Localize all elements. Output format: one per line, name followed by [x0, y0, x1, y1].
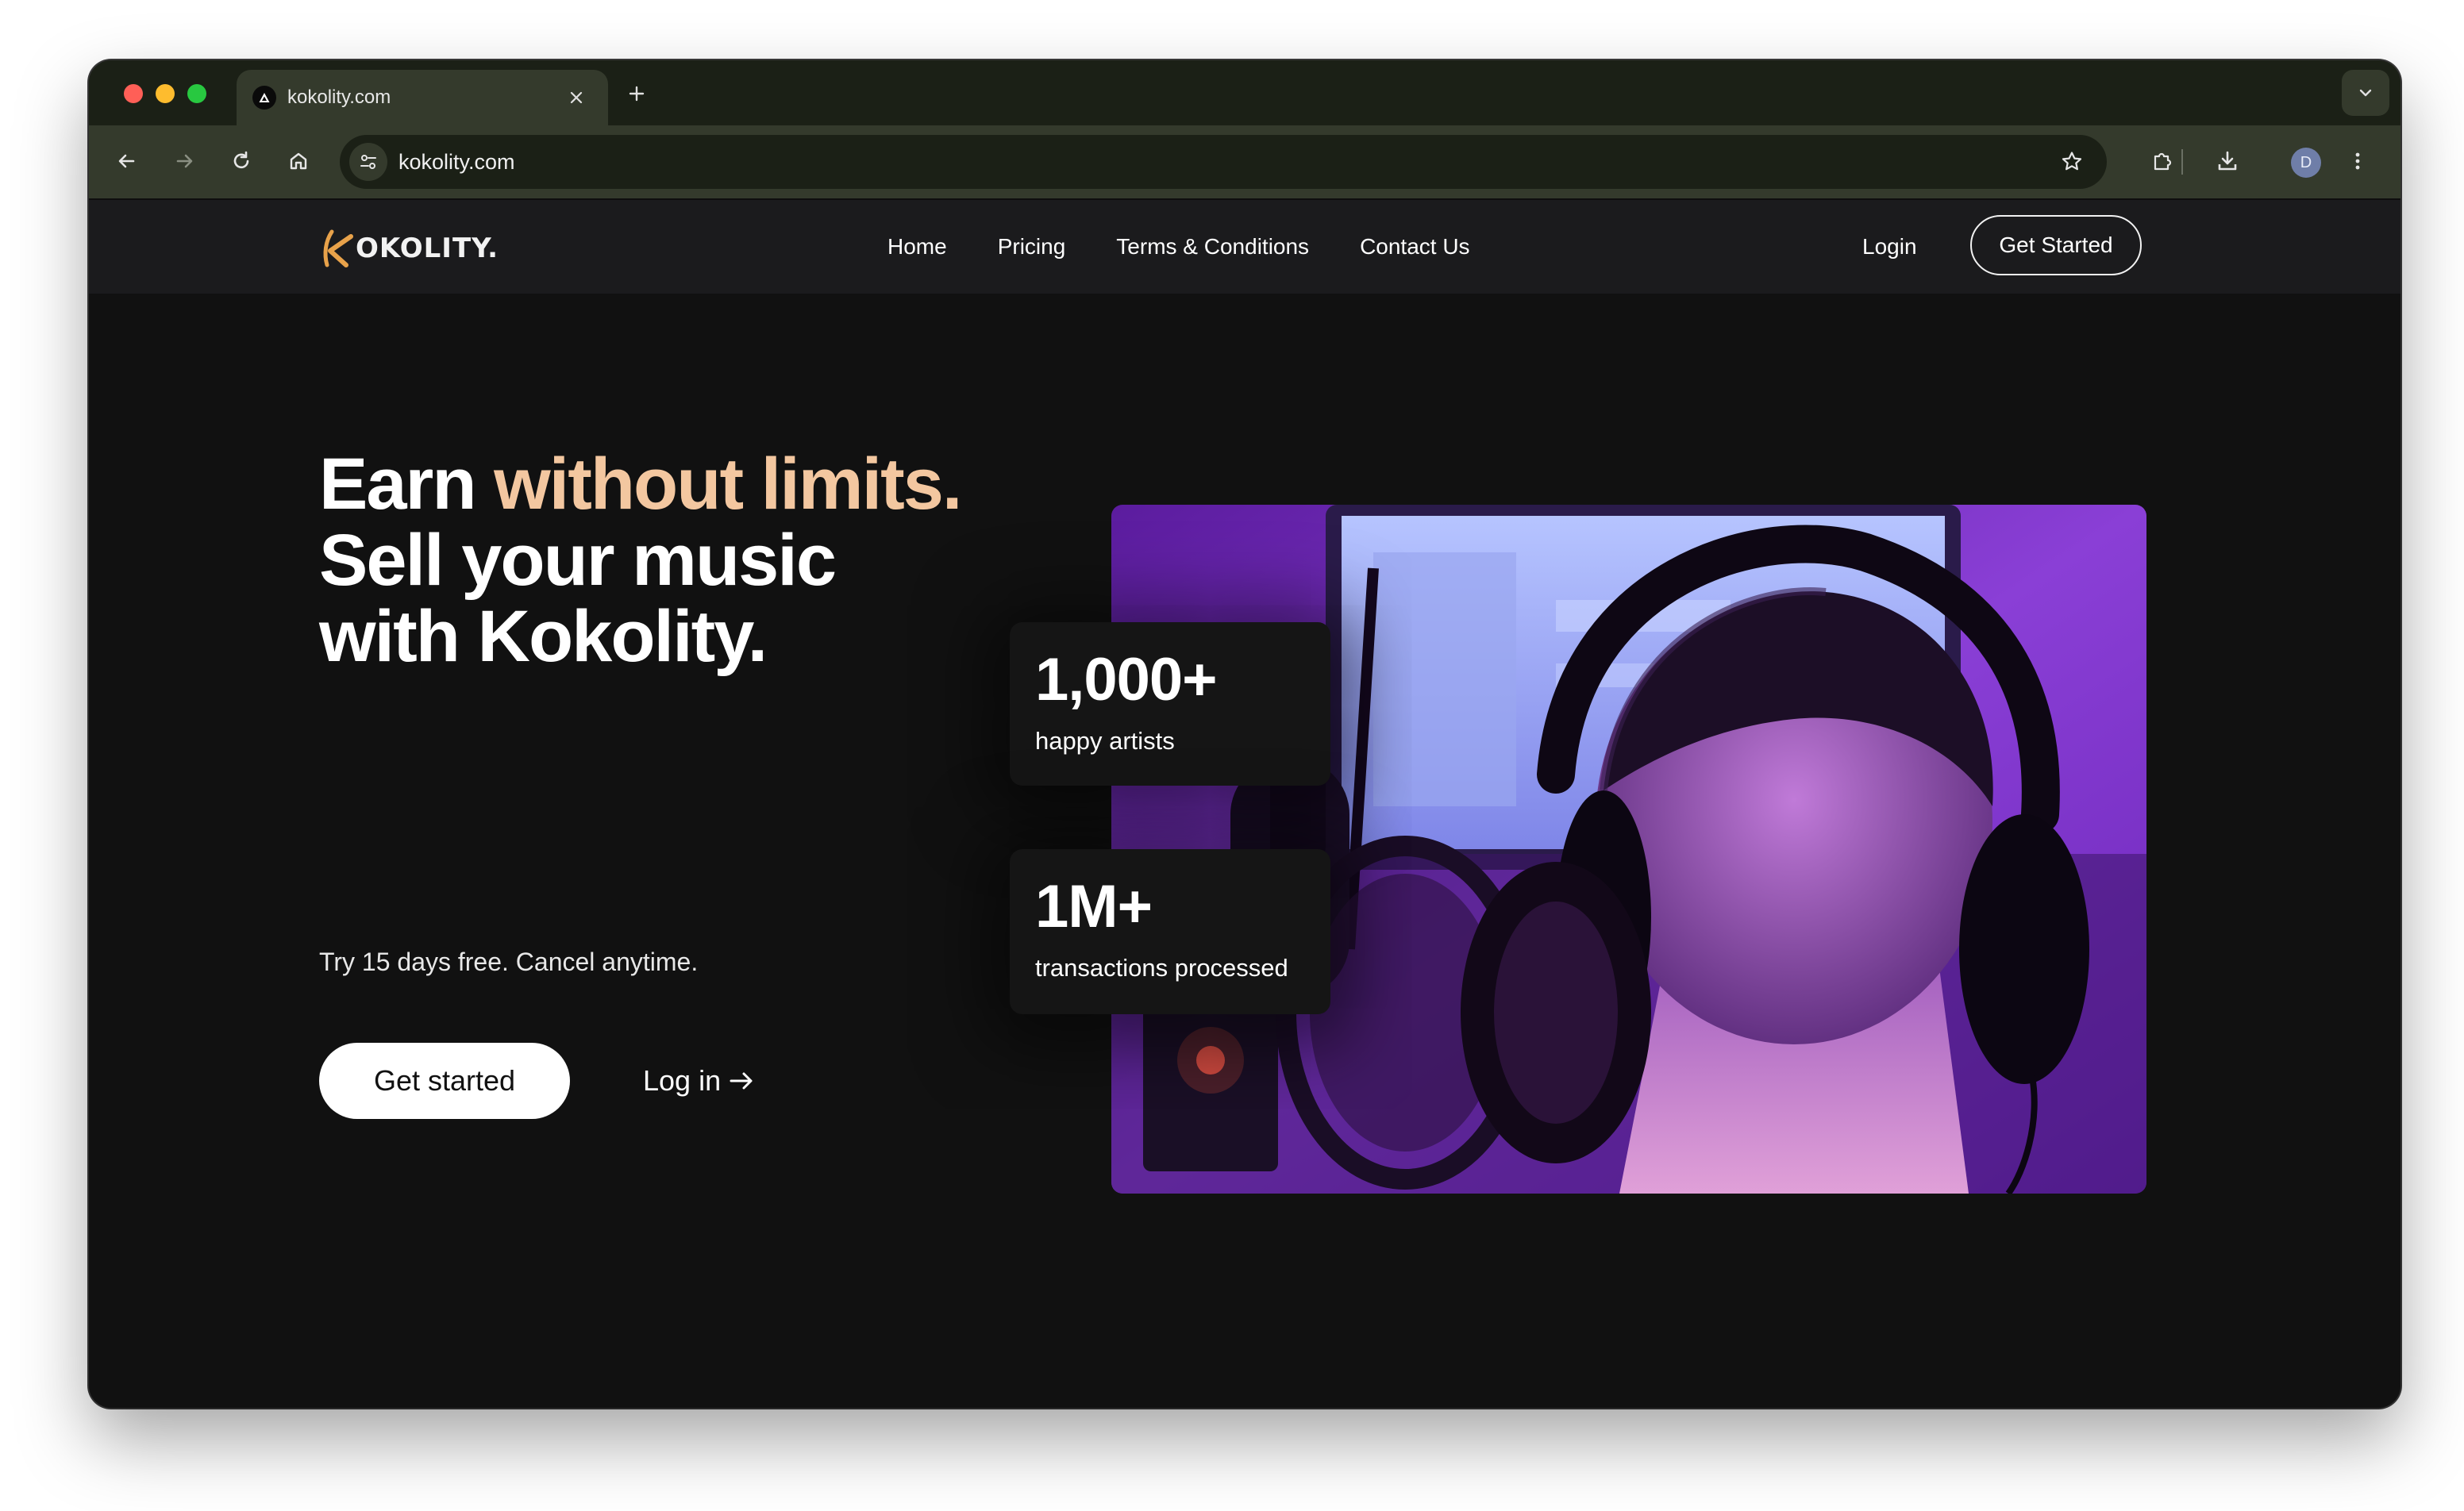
reload-icon[interactable]	[224, 144, 259, 179]
plus-icon[interactable]	[621, 78, 653, 110]
nav-home-link[interactable]: Home	[887, 232, 947, 262]
stat-label: happy artists	[1035, 727, 1175, 755]
log-in-label: Log in	[643, 1064, 722, 1097]
download-icon[interactable]	[2210, 144, 2245, 179]
browser-window: kokolity.com kokolity.com D OKOLITY. Hom…	[89, 60, 2400, 1408]
nav-terms-link[interactable]: Terms & Conditions	[1116, 232, 1309, 262]
nav-pricing-link[interactable]: Pricing	[998, 232, 1066, 262]
nav-login-link[interactable]: Login	[1862, 232, 1917, 262]
back-arrow-icon[interactable]	[110, 144, 144, 179]
hero-title-tail: Sell your music with Kokolity.	[319, 520, 837, 677]
close-window-button[interactable]	[124, 84, 143, 103]
extensions-puzzle-icon[interactable]	[2145, 144, 2180, 179]
close-icon[interactable]	[562, 83, 591, 112]
toolbar-divider	[2181, 149, 2183, 175]
address-bar[interactable]: kokolity.com	[340, 135, 2107, 189]
tab-title: kokolity.com	[287, 87, 391, 108]
site-header: OKOLITY. Home Pricing Terms & Conditions…	[89, 200, 2400, 294]
nav-get-started-button[interactable]: Get Started	[1970, 215, 2142, 275]
avatar[interactable]: D	[2291, 148, 2321, 178]
logo-k-icon	[323, 229, 353, 267]
logo-text: OKOLITY.	[356, 233, 499, 264]
stat-card-transactions: 1M+ transactions processed	[1010, 849, 1330, 1014]
browser-tab[interactable]: kokolity.com	[237, 70, 608, 125]
kebab-menu-icon[interactable]	[2340, 144, 2375, 179]
minimize-window-button[interactable]	[156, 84, 175, 103]
hero-title: Earn without limits. Sell your music with…	[319, 446, 970, 675]
hero-subtitle: Try 15 days free. Cancel anytime.	[319, 948, 699, 976]
stat-value: 1,000+	[1035, 646, 1218, 713]
stat-value: 1M+	[1035, 873, 1153, 940]
favicon-triangle-icon	[252, 86, 276, 110]
get-started-button[interactable]: Get started	[319, 1043, 570, 1119]
stat-label: transactions processed	[1035, 954, 1288, 982]
star-icon[interactable]	[2054, 144, 2089, 179]
hero-title-lead: Earn	[319, 444, 495, 525]
forward-arrow-icon[interactable]	[167, 144, 202, 179]
web-page: OKOLITY. Home Pricing Terms & Conditions…	[89, 200, 2400, 1408]
log-in-link[interactable]: Log in	[643, 1062, 756, 1100]
arrow-right-icon	[730, 1072, 753, 1090]
maximize-window-button[interactable]	[187, 84, 206, 103]
hero-title-accent: without limits.	[494, 444, 962, 525]
home-icon[interactable]	[281, 144, 316, 179]
browser-toolbar: kokolity.com D	[89, 125, 2400, 200]
site-settings-icon[interactable]	[349, 143, 387, 181]
stat-card-artists: 1,000+ happy artists	[1010, 622, 1330, 786]
url-text[interactable]: kokolity.com	[398, 148, 515, 176]
main-nav: Home Pricing Terms & Conditions Contact …	[887, 232, 1470, 262]
tab-strip: kokolity.com	[89, 60, 2400, 125]
site-logo[interactable]: OKOLITY.	[319, 227, 499, 270]
nav-contact-link[interactable]: Contact Us	[1360, 232, 1470, 262]
chevron-down-icon[interactable]	[2342, 70, 2389, 116]
